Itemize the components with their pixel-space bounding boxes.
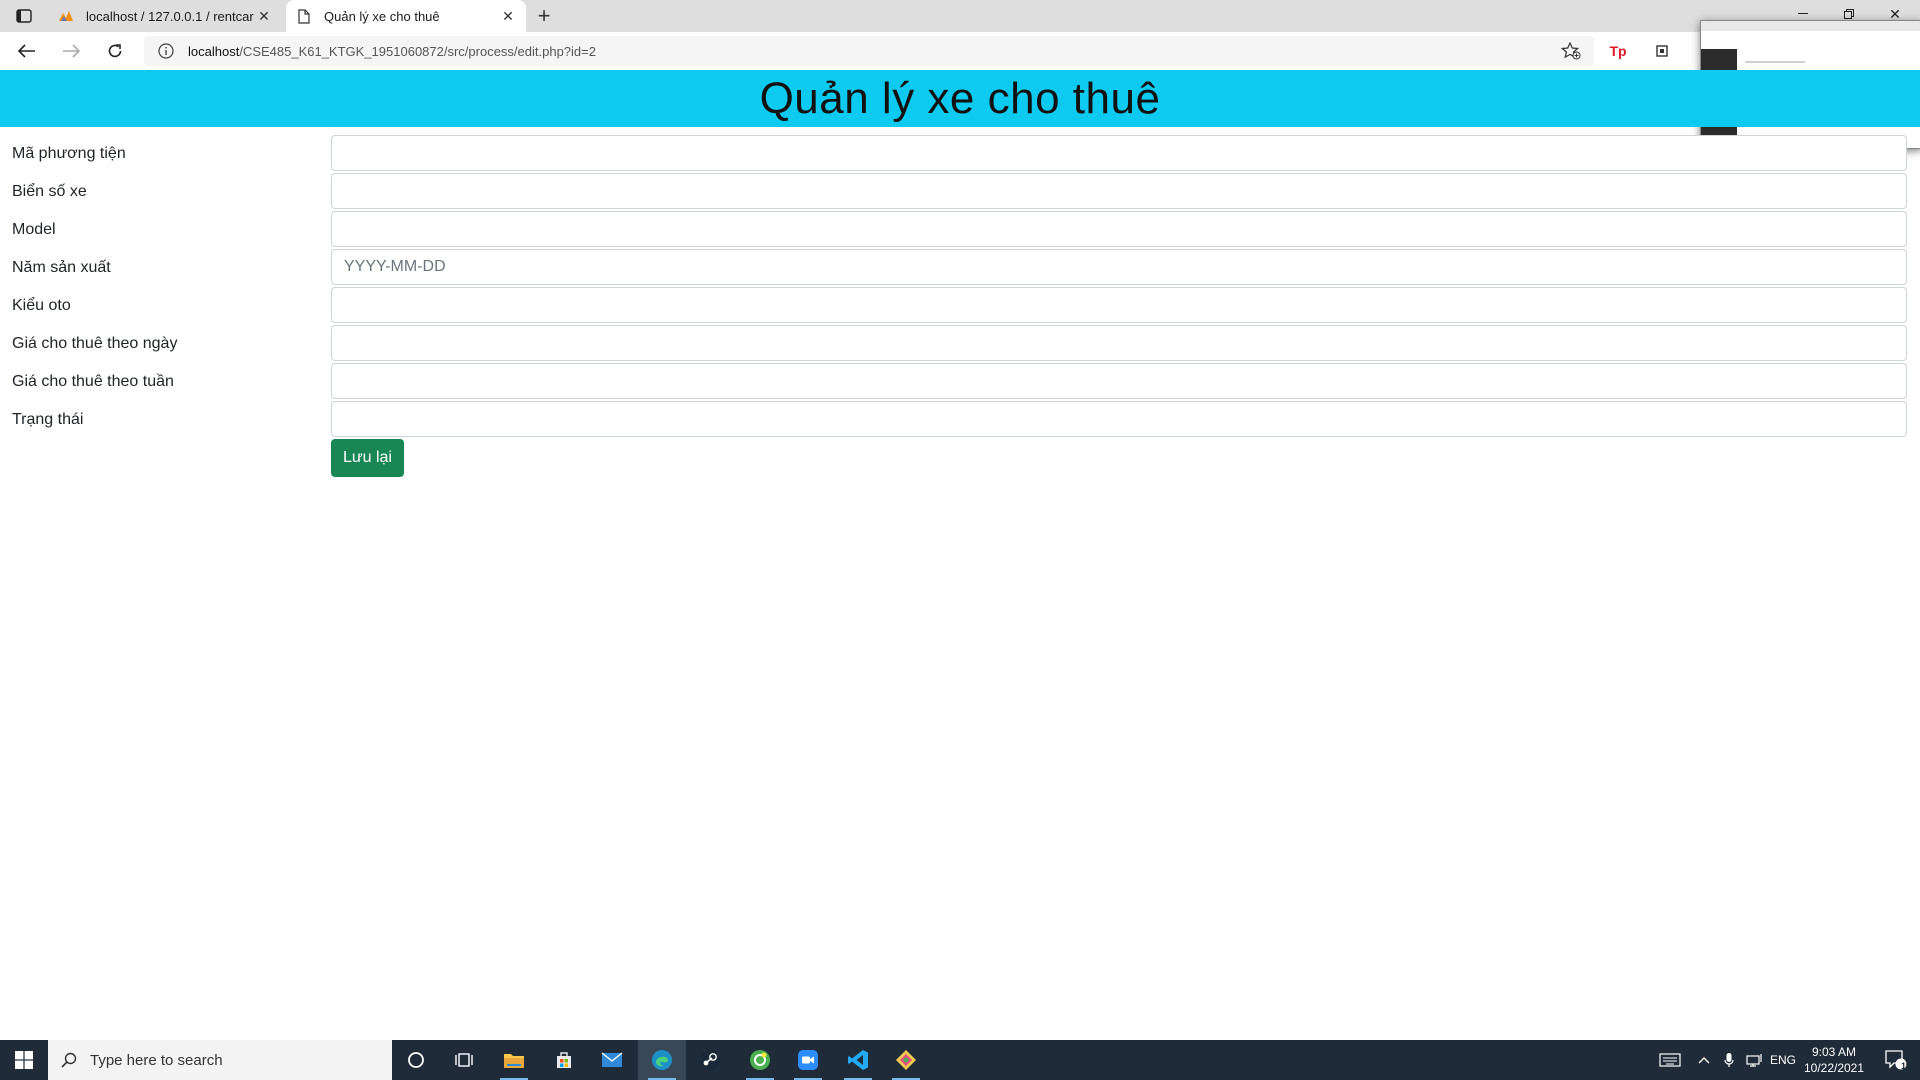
extension-icon[interactable] — [1650, 40, 1674, 62]
search-icon — [60, 1051, 78, 1069]
info-icon[interactable] — [156, 41, 176, 61]
steam-icon[interactable] — [686, 1040, 734, 1080]
taskbar-search-box[interactable]: Type here to search — [48, 1040, 392, 1080]
license-plate-label: Biển số xe — [12, 183, 87, 200]
git-tool-icon[interactable] — [882, 1040, 930, 1080]
page-header: Quản lý xe cho thuê — [0, 70, 1920, 127]
url-host: localhost — [188, 43, 240, 59]
form-row-weekly-price: Giá cho thuê theo tuần — [0, 363, 1920, 401]
phpmyadmin-icon — [58, 8, 74, 24]
url-text: localhost/CSE485_K61_KTGK_1951060872/src… — [188, 44, 596, 59]
forward-icon[interactable] — [58, 39, 84, 63]
tab-active-page[interactable]: Quản lý xe cho thuê ✕ — [286, 0, 526, 32]
car-type-input[interactable] — [331, 287, 1907, 323]
windows-taskbar: Type here to search ENG 9:03 AM 10/22/20… — [0, 1040, 1920, 1080]
green-app-icon[interactable] — [736, 1040, 784, 1080]
notification-count: 11 — [1901, 1061, 1911, 1071]
windows-start-icon[interactable] — [0, 1040, 48, 1080]
weekly-price-input[interactable] — [331, 363, 1907, 399]
form-row-license-plate: Biển số xe — [0, 173, 1920, 211]
keyboard-touch-icon[interactable] — [1652, 1040, 1688, 1080]
clock-date: 10/22/2021 — [1803, 1061, 1865, 1075]
notification-center-icon[interactable]: 11 — [1876, 1040, 1916, 1080]
vscode-icon[interactable] — [834, 1040, 882, 1080]
close-tab-icon[interactable]: ✕ — [256, 8, 272, 24]
clock-time: 9:03 AM — [1811, 1045, 1857, 1059]
refresh-icon[interactable] — [102, 39, 128, 63]
daily-price-input[interactable] — [331, 325, 1907, 361]
car-type-label: Kiểu oto — [12, 297, 71, 314]
manufacture-year-label: Năm sản xuất — [12, 259, 111, 276]
add-favorite-icon[interactable] — [1560, 41, 1582, 61]
taskbar-search-placeholder: Type here to search — [90, 1051, 223, 1069]
status-label: Trạng thái — [12, 411, 84, 428]
license-plate-input[interactable] — [331, 173, 1907, 209]
status-input[interactable] — [331, 401, 1907, 437]
browser-titlebar: localhost / 127.0.0.1 / rentcar / ti ✕ Q… — [0, 0, 1920, 32]
taskbar-clock[interactable]: 9:03 AM 10/22/2021 — [1796, 1044, 1872, 1076]
microphone-icon[interactable] — [1718, 1040, 1740, 1080]
form-row-car-type: Kiểu oto — [0, 287, 1920, 325]
back-icon[interactable] — [14, 39, 40, 63]
save-button[interactable]: Lưu lại — [331, 439, 404, 477]
cortana-icon[interactable] — [392, 1040, 440, 1080]
tab-title: localhost / 127.0.0.1 / rentcar / ti — [86, 8, 256, 24]
form-row-manufacture-year: Năm sản xuất — [0, 249, 1920, 287]
chevron-up-icon[interactable] — [1692, 1040, 1716, 1080]
tp-extension-icon[interactable]: Tp — [1606, 40, 1630, 62]
form-row-daily-price: Giá cho thuê theo ngày — [0, 325, 1920, 363]
tab-title: Quản lý xe cho thuê — [324, 8, 440, 24]
vehicle-id-label: Mã phương tiện — [12, 145, 126, 162]
zoom-icon[interactable] — [784, 1040, 832, 1080]
close-tab-icon[interactable]: ✕ — [500, 8, 516, 24]
manufacture-year-input[interactable] — [331, 249, 1907, 285]
browser-toolbar: localhost/CSE485_K61_KTGK_1951060872/src… — [0, 32, 1920, 71]
model-input[interactable] — [331, 211, 1907, 247]
address-bar[interactable]: localhost/CSE485_K61_KTGK_1951060872/src… — [144, 36, 1594, 66]
model-label: Model — [12, 221, 56, 238]
form-row-status: Trạng thái — [0, 401, 1920, 439]
daily-price-label: Giá cho thuê theo ngày — [12, 335, 178, 352]
page-icon — [296, 8, 312, 24]
file-explorer-icon[interactable] — [490, 1040, 538, 1080]
network-icon[interactable] — [1742, 1040, 1768, 1080]
task-view-icon[interactable] — [440, 1040, 488, 1080]
language-indicator[interactable]: ENG — [1770, 1040, 1796, 1080]
mail-icon[interactable] — [588, 1040, 636, 1080]
edge-browser-icon[interactable] — [638, 1040, 686, 1080]
form-row-vehicle-id: Mã phương tiện — [0, 135, 1920, 173]
new-tab-button[interactable]: + — [532, 3, 556, 28]
weekly-price-label: Giá cho thuê theo tuần — [12, 373, 174, 390]
url-path: /CSE485_K61_KTGK_1951060872/src/process/… — [239, 43, 596, 59]
page-title: Quản lý xe cho thuê — [759, 73, 1161, 123]
tab-actions-icon[interactable] — [12, 6, 36, 26]
form-row-model: Model — [0, 211, 1920, 249]
vehicle-id-input[interactable] — [331, 135, 1907, 171]
tab-phpmyadmin[interactable]: localhost / 127.0.0.1 / rentcar / ti ✕ — [48, 0, 282, 32]
microsoft-store-icon[interactable] — [540, 1040, 588, 1080]
